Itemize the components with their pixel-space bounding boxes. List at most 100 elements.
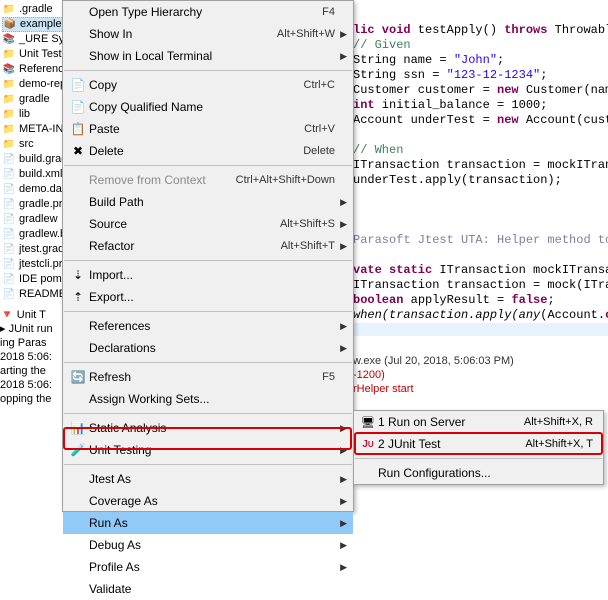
menu-label: Paste <box>89 122 304 136</box>
javadoc-comment: Parasoft Jtest UTA: Helper method to gen… <box>353 233 608 247</box>
menu-label: Import... <box>89 268 335 282</box>
menu-separator <box>64 464 352 465</box>
menu-item[interactable]: 📄Copy Qualified Name <box>63 96 353 118</box>
tree-icon: 📄 <box>2 228 16 242</box>
menu-label: Refresh <box>89 370 322 384</box>
menu-label: Coverage As <box>89 494 335 508</box>
server-icon: 🖥 <box>358 416 378 429</box>
submenu-label: 1 Run on Server <box>378 415 524 429</box>
menu-label: Run As <box>89 516 335 530</box>
menu-accel: Alt+Shift+W <box>277 28 335 40</box>
tree-icon: 📄 <box>2 243 16 257</box>
menu-accel: F4 <box>322 6 335 18</box>
menu-label: Declarations <box>89 341 335 355</box>
menu-item[interactable]: 🧪Unit Testing▶ <box>63 439 353 461</box>
menu-icon: 📄 <box>67 78 89 92</box>
submenu-item[interactable]: JU2 JUnit TestAlt+Shift+X, T <box>354 433 603 455</box>
menu-label: Show In <box>89 27 277 41</box>
submenu-arrow-icon: ▶ <box>340 197 347 208</box>
tree-icon: 📄 <box>2 213 16 227</box>
menu-item[interactable]: 📄CopyCtrl+C <box>63 74 353 96</box>
junit-view[interactable]: 🔻 Unit T ▸ JUnit run ing Paras 2018 5:06… <box>0 308 64 406</box>
menu-label: Remove from Context <box>89 173 236 187</box>
tree-icon: 📄 <box>2 288 16 301</box>
submenu-arrow-icon: ▶ <box>340 29 347 40</box>
menu-label: Delete <box>89 144 303 158</box>
menu-item[interactable]: 📋PasteCtrl+V <box>63 118 353 140</box>
submenu-arrow-icon: ▶ <box>340 343 347 354</box>
menu-label: Open Type Hierarchy <box>89 5 322 19</box>
menu-label: Source <box>89 217 280 231</box>
submenu-arrow-icon: ▶ <box>340 321 347 332</box>
submenu-item[interactable]: Run Configurations... <box>354 462 603 484</box>
menu-icon: ⇡ <box>67 290 89 304</box>
run-as-submenu: 🖥1 Run on ServerAlt+Shift+X, RJU2 JUnit … <box>353 410 604 485</box>
submenu-arrow-icon: ▶ <box>340 445 347 456</box>
menu-separator <box>64 70 352 71</box>
code-comment: // Given <box>353 38 411 52</box>
submenu-label: 2 JUnit Test <box>378 437 525 451</box>
menu-item[interactable]: Declarations ▶ <box>63 337 353 359</box>
menu-label: Build Path <box>89 195 335 209</box>
submenu-arrow-icon: ▶ <box>340 241 347 252</box>
tree-icon: 📚 <box>2 63 16 77</box>
menu-label: Show in Local Terminal <box>89 49 335 63</box>
menu-label: Validate <box>89 582 335 596</box>
menu-accel: Alt+Shift+S <box>280 218 335 230</box>
menu-item[interactable]: Open Type HierarchyF4 <box>63 1 353 23</box>
menu-item[interactable]: Run As▶ <box>63 512 353 534</box>
menu-accel: Ctrl+V <box>304 123 335 135</box>
tree-label: gradle <box>19 92 50 107</box>
menu-item[interactable]: Show in Local Terminal ▶ <box>63 45 353 67</box>
tree-icon: 📄 <box>2 183 16 197</box>
menu-icon: 📄 <box>67 100 89 114</box>
menu-separator <box>355 458 602 459</box>
menu-accel: Ctrl+Alt+Shift+Down <box>236 174 335 186</box>
submenu-arrow-icon: ▶ <box>340 540 347 551</box>
menu-label: Export... <box>89 290 335 304</box>
menu-item[interactable]: Build Path ▶ <box>63 191 353 213</box>
menu-icon: 📊 <box>67 421 89 435</box>
tree-icon: 📁 <box>2 48 16 62</box>
tree-icon: 📄 <box>2 168 16 182</box>
menu-item[interactable]: Profile As▶ <box>63 556 353 578</box>
menu-item[interactable]: Assign Working Sets... <box>63 388 353 410</box>
code-editor[interactable]: lic void testApply() throws Throwable { … <box>353 0 608 336</box>
menu-item[interactable]: Show InAlt+Shift+W ▶ <box>63 23 353 45</box>
submenu-label: Run Configurations... <box>378 466 593 480</box>
menu-item: Remove from ContextCtrl+Alt+Shift+Down <box>63 169 353 191</box>
menu-item[interactable]: 📊Static Analysis▶ <box>63 417 353 439</box>
context-menu: Open Type HierarchyF4 Show InAlt+Shift+W ▶… <box>62 0 354 512</box>
menu-label: Jtest As <box>89 472 335 486</box>
menu-accel: F5 <box>322 371 335 383</box>
submenu-accel: Alt+Shift+X, R <box>524 416 593 428</box>
menu-item[interactable]: ⇣Import... <box>63 264 353 286</box>
menu-item[interactable]: 🔄RefreshF5 <box>63 366 353 388</box>
tree-label: src <box>19 137 34 152</box>
tree-icon: 📁 <box>2 138 16 152</box>
menu-item[interactable]: Validate <box>63 578 353 600</box>
menu-item[interactable]: RefactorAlt+Shift+T▶ <box>63 235 353 257</box>
tree-label: gradlew <box>19 212 58 227</box>
menu-item[interactable]: Coverage As ▶ <box>63 490 353 512</box>
tree-label: .gradle <box>19 2 53 17</box>
menu-item[interactable]: ✖DeleteDelete <box>63 140 353 162</box>
menu-icon: 🔄 <box>67 370 89 384</box>
menu-item[interactable]: Debug As▶ <box>63 534 353 556</box>
submenu-arrow-icon: ▶ <box>340 51 347 62</box>
menu-item[interactable]: References ▶ <box>63 315 353 337</box>
menu-label: Static Analysis <box>89 421 335 435</box>
tree-icon: 📁 <box>2 123 16 137</box>
menu-label: Copy <box>89 78 304 92</box>
menu-label: References <box>89 319 335 333</box>
tree-label: build.xml <box>19 167 62 182</box>
submenu-arrow-icon: ▶ <box>340 562 347 573</box>
menu-item[interactable]: Jtest As▶ <box>63 468 353 490</box>
menu-icon: 🧪 <box>67 443 89 457</box>
menu-item[interactable]: SourceAlt+Shift+S▶ <box>63 213 353 235</box>
menu-item[interactable]: ⇡Export... <box>63 286 353 308</box>
submenu-item[interactable]: 🖥1 Run on ServerAlt+Shift+X, R <box>354 411 603 433</box>
junit-icon: JU <box>358 439 378 450</box>
submenu-arrow-icon: ▶ <box>340 496 347 507</box>
console-view[interactable]: w.exe (Jul 20, 2018, 5:06:03 PM) -1200) … <box>353 340 608 396</box>
